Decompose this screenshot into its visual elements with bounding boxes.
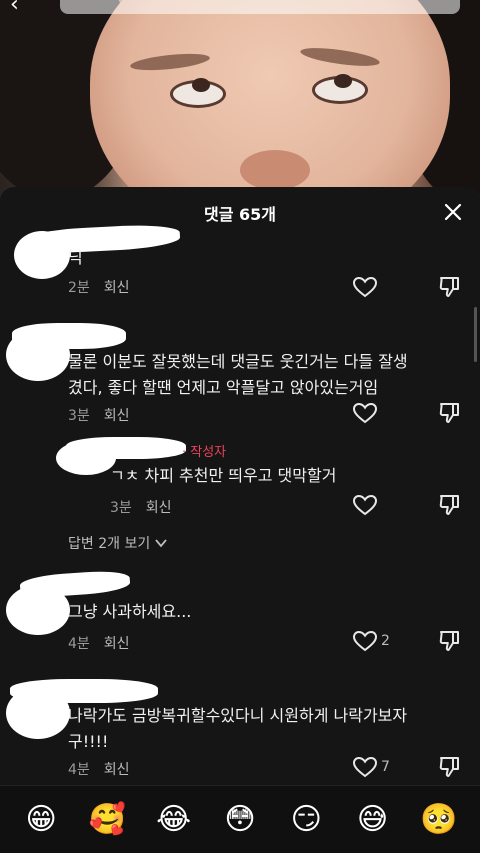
comment-text: ㄱㅊ 차피 추천만 띄우고 댓막할거 [110,466,337,485]
comment-meta: 3분 회신 [68,405,130,425]
comment-time: 3분 [68,408,90,424]
comment-text: 닉 [68,248,83,267]
username-redacted [19,569,131,599]
video-frame[interactable]: ‹ [0,0,480,200]
comment-text-line2: 구!!!! [68,732,109,751]
comment-time: 4분 [68,762,90,778]
heart-outline-icon[interactable] [352,493,378,517]
video-pupil-right [334,74,352,88]
emoji-grin-button[interactable]: 😁 [21,802,61,837]
view-replies-label: 답변 2개 보기 [68,536,151,552]
chevron-down-icon [155,539,167,548]
view-replies-button[interactable]: 답변 2개 보기 [68,533,168,553]
comment-meta: 4분 회신 [68,633,130,653]
emoji-flushed-button[interactable]: 😳 [220,802,260,837]
comment-meta: 2분 회신 [68,277,130,297]
comment-time: 3분 [110,500,132,516]
comment-text-line2: 겼다, 좋다 할땐 언제고 악플달고 앉아있는거임 [68,378,379,397]
like-count: 2 [381,633,390,649]
reply-button[interactable]: 회신 [104,633,130,653]
thumb-down-outline-icon[interactable] [438,401,462,425]
username-redacted [12,323,126,349]
comments-sheet: 댓글 65개 닉 2분 회신 물론 이분도 잘못했는데 댓글도 웃긴거는 다들 … [0,187,480,853]
reply-button[interactable]: 회신 [104,405,130,425]
emoji-hearts-face-button[interactable]: 🥰 [87,802,127,837]
emoji-quick-bar: 😁 🥰 😂 😳 😏 😅 🥺 [0,785,480,853]
comment-text-line1: 나락가도 금방복귀할수있다니 시원하게 나락가보자 [68,706,408,725]
username-redacted [66,437,186,459]
thumb-down-outline-icon[interactable] [438,755,462,779]
video-pupil-left [192,78,210,92]
reply-button[interactable]: 회신 [104,759,130,779]
close-icon[interactable] [442,201,464,223]
like-count: 7 [381,759,390,775]
username-redacted [10,679,158,703]
comments-title: 댓글 65개 [204,205,276,224]
comment-time: 4분 [68,636,90,652]
author-tag: · 작성자 [182,445,227,460]
reply-button[interactable]: 회신 [104,277,130,297]
comment-time: 2분 [68,280,90,296]
emoji-pleading-button[interactable]: 🥺 [419,802,459,837]
comment-meta: 3분 회신 [110,497,172,517]
heart-outline-icon[interactable] [352,629,378,653]
video-nose [240,150,310,190]
emoji-sweat-smile-button[interactable]: 😅 [353,802,393,837]
back-icon[interactable]: ‹ [10,0,19,17]
heart-outline-icon[interactable] [352,275,378,299]
search-bar[interactable] [60,0,460,14]
emoji-smirk-button[interactable]: 😏 [286,802,326,837]
thumb-down-outline-icon[interactable] [438,629,462,653]
emoji-tears-of-joy-button[interactable]: 😂 [154,802,194,837]
heart-outline-icon[interactable] [352,401,378,425]
heart-outline-icon[interactable] [352,755,378,779]
reply-button[interactable]: 회신 [146,497,172,517]
comment-text-line1: 물론 이분도 잘못했는데 댓글도 웃긴거는 다들 잘생 [68,352,408,371]
comment-text: 그냥 사과하세요... [68,602,192,621]
comment-meta: 4분 회신 [68,759,130,779]
thumb-down-outline-icon[interactable] [438,275,462,299]
scrollbar[interactable] [474,307,477,362]
thumb-down-outline-icon[interactable] [438,493,462,517]
